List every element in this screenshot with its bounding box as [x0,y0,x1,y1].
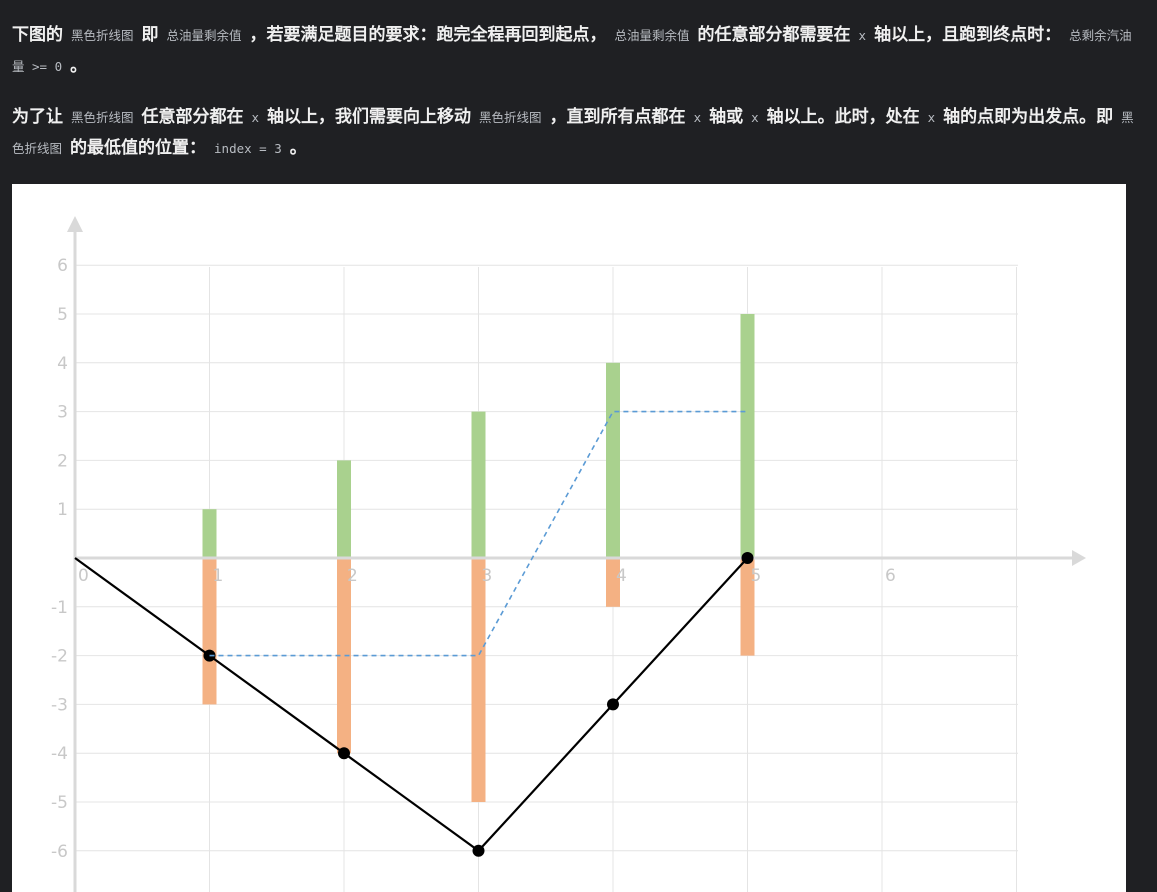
text-segment: 轴的点即为出发点。即 [943,107,1114,127]
x-tick-label: 2 [347,566,358,586]
text-segment: 的最低值的位置： [70,138,207,158]
text-segment: 轴以上，我们需要向上移动 [267,107,472,127]
text-segment: 。 [289,138,307,158]
y-tick-label: -2 [51,647,68,667]
balance-point [607,698,619,711]
text-segment: 轴以上，且跑到终点时： [874,25,1062,45]
x-tick-label: 4 [616,566,627,586]
balance-point [338,747,350,760]
y-tick-label: -4 [51,744,68,764]
y-tick-label: 6 [57,256,68,276]
inline-code: x [693,110,702,125]
bar [337,460,351,558]
x-tick-label: 1 [213,566,224,586]
inline-code: 黑色折线图 [71,110,134,125]
inline-code: 总油量剩余值 [614,28,690,43]
x-axis-arrow-icon [1072,550,1086,566]
inline-code: 黑色折线图 [71,28,134,43]
gas-balance-chart: 0 1 2 3 4 5 6 6 5 4 3 2 1 -1 -2 -3 -4 -5 -6 [51,216,1086,892]
y-tick-label: -5 [51,793,68,813]
x-tick-label: 5 [751,566,762,586]
y-tick-label: 5 [57,305,68,325]
text-segment: 轴或 [709,107,744,127]
y-tick-label: 4 [57,354,68,374]
balance-point [741,552,754,564]
bar [740,314,755,558]
inline-code: 黑色折线图 [479,110,542,125]
y-tick-label: 1 [57,500,68,520]
inline-code: x [927,110,936,125]
inline-code: x [751,110,759,125]
text-segment: 下图的 [12,25,63,45]
inline-code: x [251,110,260,125]
y-tick-label: 3 [57,403,68,423]
y-axis-arrow-icon [67,216,83,232]
text-segment: 为了让 [12,107,63,127]
balance-point [472,844,485,857]
explanation-paragraph-1: 下图的 黑色折线图即总油量剩余值 ，若要满足题目的要求：跑完全程再回到起点， 总油量剩… [12,20,1142,82]
x-tick-label: 0 [78,566,89,586]
chart-panel: 0 1 2 3 4 5 6 6 5 4 3 2 1 -1 -2 -3 -4 -5 -6 [12,184,1126,892]
bar [202,509,217,558]
inline-code: x [858,28,867,43]
y-tick-label: -1 [51,598,68,618]
x-tick-label: 3 [482,566,493,586]
text-segment: 。 [70,56,88,76]
text-segment: 轴以上。此时，处在 [766,107,920,127]
text-segment: 任意部分都在 [141,107,244,127]
y-tick-label: -6 [51,842,68,862]
text-segment: 的任意部分都需要在 [697,25,851,45]
bar [471,558,486,802]
x-tick-label: 6 [885,566,896,586]
y-tick-label: 2 [57,451,68,471]
bar [471,411,486,558]
y-tick-label: -3 [51,695,68,715]
text-segment: ，若要满足题目的要求：跑完全程再回到起点， [249,25,607,45]
bar [606,362,620,558]
text-segment: ，直到所有点都在 [549,107,686,127]
text-segment: 即 [141,25,159,45]
inline-code: 总油量剩余值 [166,28,242,43]
inline-code: index = 3 [214,141,282,156]
explanation-paragraph-2: 为了让 黑色折线图 任意部分都在 x 轴以上，我们需要向上移动 黑色折线图 ，直到所有点都在… [12,102,1142,164]
